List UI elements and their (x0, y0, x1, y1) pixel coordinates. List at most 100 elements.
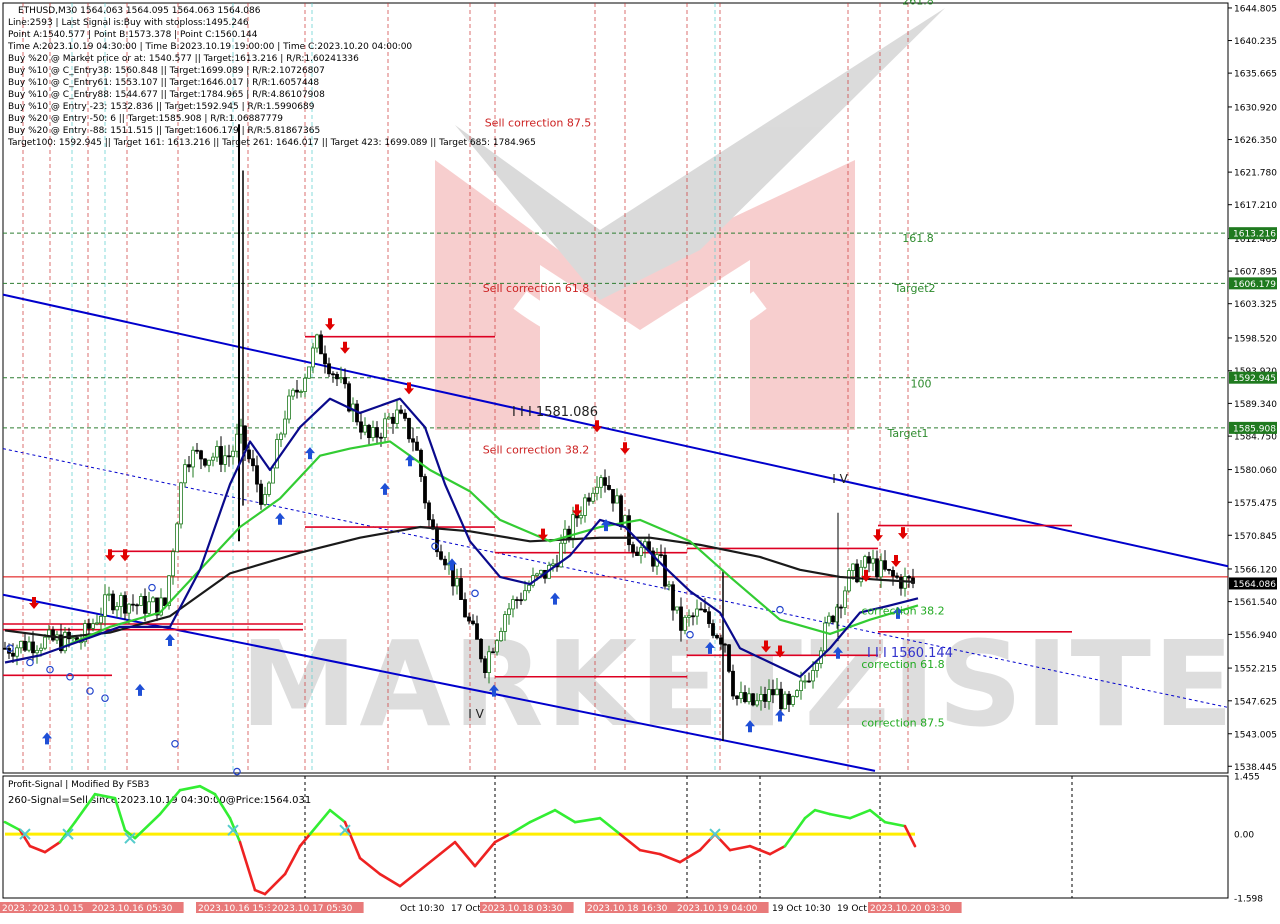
price-tick-label: 1543.005 (1234, 730, 1277, 740)
candle-body (255, 465, 259, 485)
candle-body (759, 694, 763, 702)
candle-body (335, 373, 339, 380)
time-tick-label: 17 Oct (451, 904, 481, 914)
candle-body (35, 649, 39, 654)
fib-label: Target2 (893, 282, 935, 295)
oscillator-title: Profit-Signal | Modified By FSB3 (8, 780, 149, 790)
candle-body (519, 599, 523, 602)
candle-body (867, 556, 871, 564)
candle-body (743, 692, 747, 703)
wave-point-label: I I I 1560.144 (867, 646, 953, 661)
fib-label: Sell correction 61.8 (483, 282, 590, 295)
candle-body (415, 441, 419, 451)
candle-body (191, 449, 195, 468)
symbol-header-text: ETHUSD,M30 1564.063 1564.095 1564.063 15… (18, 6, 261, 16)
time-tick-label: 2023.10.18 03:30 (482, 904, 563, 914)
signal-info-line: Buy %10 @ Entry -23: 1532.836 || Target:… (8, 102, 315, 112)
candle-body (223, 455, 227, 465)
candle-body (3, 647, 7, 650)
candle-body (243, 425, 247, 451)
candle-body (615, 495, 619, 504)
candle-body (307, 366, 311, 379)
candle-body (783, 693, 787, 710)
candle-body (319, 334, 323, 355)
candle-body (707, 611, 711, 624)
candle-body (851, 563, 855, 571)
candle-body (87, 623, 91, 629)
candle-body (275, 439, 279, 469)
candle-body (691, 615, 695, 618)
candle-body (843, 590, 847, 608)
candle-body (815, 663, 819, 671)
candle-body (127, 603, 131, 614)
candle-body (487, 651, 491, 674)
watermark-text: MARKETZISITE (240, 615, 1236, 753)
candle-body (495, 640, 499, 653)
candle-body (383, 418, 387, 438)
candle-body (523, 590, 527, 601)
candle-body (511, 599, 515, 610)
candle-body (151, 597, 155, 603)
price-tick-label: 1580.060 (1234, 466, 1277, 476)
candle-body (379, 436, 383, 439)
candle-body (663, 554, 667, 587)
candle-body (271, 467, 275, 484)
time-tick-label: Oct 10:30 (400, 904, 445, 914)
candle-body (475, 623, 479, 640)
candle-body (899, 576, 903, 589)
candle-body (639, 547, 643, 556)
candle-body (187, 464, 191, 468)
candle-body (139, 596, 143, 606)
signal-info-line: Point A:1540.577 | Point B:1573.378 | Po… (8, 30, 258, 40)
candle-body (227, 455, 231, 458)
candle-body (799, 680, 803, 691)
candle-body (735, 695, 739, 700)
price-chart[interactable]: MARKETZISITE 261.8 161.8 Target2 100 Target1 S… (0, 0, 1280, 920)
candle-body (907, 576, 911, 579)
candle-body (163, 597, 167, 606)
candle-body (147, 601, 151, 614)
candle-body (455, 578, 459, 587)
candle-body (23, 640, 27, 651)
price-tick-label: 1566.120 (1234, 565, 1277, 575)
candle-body (195, 449, 199, 452)
fib-label: correction 87.5 (861, 717, 944, 730)
candle-body (359, 421, 363, 433)
price-tick-label: 1621.780 (1234, 169, 1277, 179)
price-level-badge-label: 1613.216 (1233, 230, 1276, 240)
fib-label: correction 38.2 (861, 605, 944, 618)
candle-body (95, 622, 99, 625)
candle-body (467, 616, 471, 622)
candle-body (551, 563, 555, 566)
candle-body (631, 544, 635, 553)
price-tick-label: 1603.325 (1234, 300, 1277, 310)
signal-info-line: Line:2593 | Last Signal is:Buy with stop… (8, 18, 249, 28)
candle-body (19, 640, 23, 649)
candle-body (131, 603, 135, 606)
signal-info-line: Buy %20 @ Entry -88: 1511.515 || Target:… (8, 126, 320, 136)
candle-body (219, 446, 223, 465)
time-tick-label: 2023.10.16 05:30 (92, 904, 173, 914)
candle-body (459, 578, 463, 600)
fib-label: Sell correction 38.2 (483, 444, 590, 457)
price-tick-label: 1547.625 (1234, 697, 1277, 707)
candle-body (407, 417, 411, 440)
candle-body (463, 599, 467, 618)
price-tick-label: 1575.475 (1234, 499, 1277, 509)
price-tick-label: 1617.210 (1234, 201, 1277, 211)
candle-body (143, 596, 147, 614)
candle-body (179, 482, 183, 525)
candle-body (859, 566, 863, 583)
candle-body (771, 689, 775, 696)
candle-body (791, 696, 795, 705)
candle-body (371, 427, 375, 439)
candle-body (875, 558, 879, 578)
time-axis: 2023.10.132023.10.15 2023.10.16 05:30 2023… (0, 902, 962, 914)
price-level-badge-label: 1592.945 (1233, 374, 1276, 384)
candle-body (739, 692, 743, 700)
candle-body (659, 554, 663, 557)
candle-body (583, 497, 587, 516)
time-tick-label: 2023.10.19 04:00 (677, 904, 758, 914)
candle-body (779, 688, 783, 710)
candle-body (363, 424, 367, 433)
